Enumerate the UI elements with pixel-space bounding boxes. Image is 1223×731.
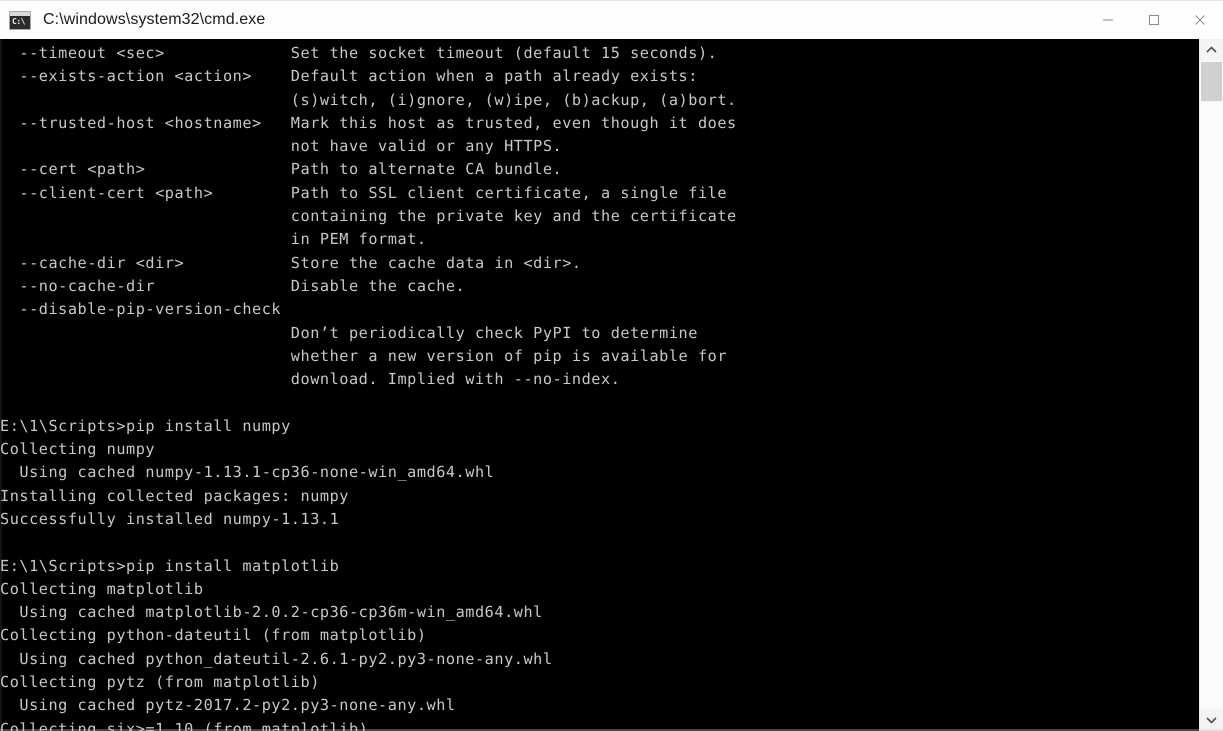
maximize-button[interactable] bbox=[1131, 0, 1177, 40]
minimize-icon bbox=[1103, 19, 1113, 21]
chevron-up-icon bbox=[1206, 46, 1217, 53]
console-scrollbar[interactable] bbox=[1199, 39, 1223, 731]
close-button[interactable] bbox=[1177, 0, 1223, 40]
scrollbar-up-button[interactable] bbox=[1200, 39, 1223, 61]
cmd-window: C:\ C:\windows\system32\cmd.exe --timeou… bbox=[0, 0, 1223, 731]
scrollbar-down-button[interactable] bbox=[1200, 709, 1223, 731]
chevron-down-icon bbox=[1206, 717, 1217, 724]
scrollbar-track[interactable] bbox=[1200, 61, 1223, 709]
window-controls bbox=[1085, 0, 1223, 40]
maximize-icon bbox=[1149, 15, 1159, 25]
close-icon bbox=[1195, 15, 1205, 25]
cmd-icon: C:\ bbox=[9, 10, 31, 30]
console-text: --timeout <sec> Set the socket timeout (… bbox=[0, 44, 737, 731]
minimize-button[interactable] bbox=[1085, 0, 1131, 40]
title-bar-left: C:\ C:\windows\system32\cmd.exe bbox=[0, 1, 1085, 39]
window-title: C:\windows\system32\cmd.exe bbox=[43, 11, 266, 28]
console-output-area[interactable]: --timeout <sec> Set the socket timeout (… bbox=[0, 39, 1199, 731]
cmd-icon-glyph: C:\ bbox=[12, 16, 25, 26]
title-bar[interactable]: C:\ C:\windows\system32\cmd.exe bbox=[0, 0, 1223, 40]
scrollbar-thumb[interactable] bbox=[1201, 62, 1222, 101]
